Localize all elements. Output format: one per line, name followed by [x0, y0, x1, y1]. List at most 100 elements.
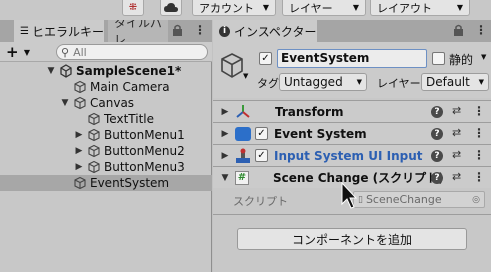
inspector-panel: ▼ ✓ EventSystem 静的 ▼ タグ Untagged ▼ レイヤー …	[213, 42, 491, 272]
list-item[interactable]: ▶ ButtonMenu2	[0, 143, 212, 159]
component-title: Input System UI Input I	[274, 148, 424, 163]
component-input-system[interactable]: ▶ ✓ Input System UI Input I ? ⇄ ⋮	[213, 144, 491, 166]
tab-inspector[interactable]: i インスペクター	[213, 20, 317, 42]
component-event-system[interactable]: ▶ ✓ Event System ? ⇄ ⋮	[213, 122, 491, 144]
tab-hierarchy[interactable]: ☰ ヒエラルキー	[14, 20, 104, 42]
presets-icon[interactable]: ⇄	[452, 170, 461, 183]
tab-inspector-label: インスペクター	[234, 24, 317, 39]
tag-label: タグ	[257, 77, 279, 90]
collab-button[interactable]: ⁜	[122, 0, 144, 16]
help-icon[interactable]: ?	[431, 172, 443, 184]
fold-closed-icon[interactable]: ▶	[74, 162, 84, 172]
fold-closed-icon[interactable]: ▶	[74, 146, 84, 156]
check-icon: ✓	[257, 128, 266, 139]
inspector-menu-icon[interactable]: ⋮	[475, 23, 487, 37]
list-item[interactable]: ▶ ButtonMenu3	[0, 159, 212, 175]
add-component-button[interactable]: コンポーネントを追加	[237, 228, 467, 250]
static-checkbox[interactable]	[432, 52, 445, 65]
presets-icon[interactable]: ⇄	[452, 104, 461, 117]
item-label: Canvas	[90, 96, 135, 110]
fold-open-icon[interactable]: ▼	[219, 173, 231, 183]
list-item[interactable]: TextTitle	[0, 111, 212, 127]
item-label: EventSystem	[90, 176, 170, 190]
gameobject-large-icon	[221, 53, 243, 78]
add-button[interactable]: + ▼	[6, 43, 30, 61]
fold-closed-icon[interactable]: ▶	[74, 130, 84, 140]
search-placeholder: All	[73, 45, 87, 59]
layer-label: レイヤー	[377, 77, 421, 90]
script-icon: #	[235, 170, 249, 185]
transform-icon	[236, 104, 250, 118]
chevron-down-icon: ▼	[262, 3, 269, 12]
cloud-button[interactable]	[160, 0, 182, 16]
hierarchy-tabbar: ☰ ヒエラルキー タイルパレ ⋮	[0, 20, 212, 42]
list-item[interactable]: Main Camera	[0, 79, 212, 95]
presets-icon[interactable]: ⇄	[452, 126, 461, 139]
fold-closed-icon[interactable]: ▶	[219, 151, 231, 161]
component-menu-icon[interactable]: ⋮	[473, 104, 485, 118]
help-icon[interactable]: ?	[431, 150, 443, 162]
main-toolbar: ⁜ アカウント ▼ レイヤー ▼ レイアウト ▼	[0, 0, 491, 20]
component-title: Transform	[275, 104, 344, 119]
gameobject-icon	[74, 96, 86, 110]
tab-tile-palette[interactable]: タイルパレ	[108, 20, 168, 42]
fold-closed-icon[interactable]: ▶	[219, 129, 231, 139]
component-menu-icon[interactable]: ⋮	[473, 148, 485, 162]
search-icon: ⚲	[61, 45, 70, 59]
list-item[interactable]: ▼ Canvas	[0, 95, 212, 111]
chevron-down-icon: ▼	[23, 48, 30, 57]
list-item[interactable]: ▶ ButtonMenu1	[0, 127, 212, 143]
object-name-field[interactable]: EventSystem	[277, 49, 427, 68]
component-transform[interactable]: ▶ Transform ? ⇄ ⋮	[213, 100, 491, 122]
component-menu-icon[interactable]: ⋮	[473, 170, 485, 184]
fold-open-icon[interactable]: ▼	[46, 66, 56, 76]
list-icon: ☰	[20, 25, 29, 37]
lock-icon[interactable]	[172, 24, 186, 38]
fold-closed-icon[interactable]: ▶	[219, 107, 231, 117]
help-icon[interactable]: ?	[431, 128, 443, 140]
help-icon[interactable]: ?	[431, 106, 443, 118]
divider	[213, 214, 491, 215]
search-input[interactable]: ⚲ All	[56, 44, 208, 60]
tab-tile-palette-label: タイルパレ	[114, 20, 163, 42]
component-enabled-checkbox[interactable]: ✓	[255, 127, 268, 140]
presets-icon[interactable]: ⇄	[452, 148, 461, 161]
layers-dropdown[interactable]: レイヤー ▼	[282, 0, 366, 16]
layer-value: Default	[426, 75, 470, 89]
script-object-field: ▯ SceneChange ◎	[353, 191, 485, 208]
scene-row[interactable]: ▼ SampleScene1*	[0, 63, 212, 79]
check-icon: ✓	[257, 150, 266, 161]
item-label: ButtonMenu2	[104, 144, 185, 158]
layers-label: レイヤー	[289, 1, 333, 15]
tag-dropdown[interactable]: Untagged ▼	[279, 73, 367, 91]
item-label: Main Camera	[90, 80, 170, 94]
chevron-down-icon: ▼	[356, 78, 362, 86]
input-module-icon	[236, 148, 250, 163]
list-item-selected[interactable]: EventSystem	[0, 175, 212, 191]
item-label: ButtonMenu1	[104, 128, 185, 142]
chevron-down-icon: ▼	[456, 3, 463, 12]
hierarchy-panel: + ▼ ⚲ All ▼ SampleScene1* Main Camera ▼ …	[0, 42, 212, 272]
component-enabled-checkbox[interactable]: ✓	[255, 149, 268, 162]
info-icon: i	[219, 25, 230, 37]
item-label: ButtonMenu3	[104, 160, 185, 174]
chevron-down-icon[interactable]: ▼	[243, 72, 248, 80]
chevron-down-icon[interactable]: ▼	[481, 53, 486, 61]
gameobject-icon	[74, 176, 86, 190]
component-title: Event System	[274, 126, 367, 141]
fold-open-icon[interactable]: ▼	[60, 98, 70, 108]
check-icon: ✓	[261, 53, 270, 64]
active-checkbox[interactable]: ✓	[259, 52, 272, 65]
layout-dropdown[interactable]: レイアウト ▼	[370, 0, 470, 16]
layer-dropdown[interactable]: Default ▼	[421, 73, 489, 91]
gameobject-icon	[88, 144, 100, 158]
static-label: 静的	[449, 53, 474, 67]
account-dropdown[interactable]: アカウント ▼	[192, 0, 276, 16]
component-title: Scene Change (スクリプト)	[273, 171, 444, 185]
component-menu-icon[interactable]: ⋮	[473, 126, 485, 140]
inspector-lock-icon[interactable]	[453, 24, 467, 38]
unity-scene-icon	[60, 64, 72, 78]
inspector-tabbar: i インスペクター ⋮	[213, 20, 491, 42]
tab-menu-icon[interactable]: ⋮	[194, 23, 206, 37]
gameobject-icon	[88, 128, 100, 142]
